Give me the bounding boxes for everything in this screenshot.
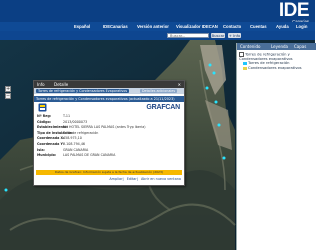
tree-item-condensadores[interactable]: Condensadores evaporativos bbox=[239, 66, 314, 71]
group-label: Torres de refrigeración y Condensadores … bbox=[239, 52, 293, 62]
popup-header: Torres de refrigeración y Condensadores … bbox=[34, 96, 184, 102]
nav-language[interactable]: Español bbox=[74, 24, 90, 30]
nav-login[interactable]: Login bbox=[296, 24, 307, 30]
tree-group[interactable]: Torres de refrigeración y Condensadores … bbox=[239, 52, 314, 61]
ide-logo[interactable]: IDE bbox=[279, 1, 310, 20]
attribute-row: Municipio: LAS PALMAS DE GRAN CANARIA bbox=[37, 153, 116, 158]
zoom-out-button[interactable]: − bbox=[5, 93, 11, 99]
search-input[interactable]: Buscar... bbox=[167, 32, 209, 38]
panel-tabs: Contenido Leyenda Capas bbox=[237, 43, 316, 50]
search-button[interactable]: Buscar bbox=[211, 32, 225, 38]
open-new-window-link[interactable]: Abrir en nueva ventana bbox=[141, 177, 181, 181]
popup-tab-info[interactable]: Info bbox=[37, 82, 45, 87]
tree-item-label: Condensadores evaporativos bbox=[248, 66, 302, 71]
cyan-square-icon bbox=[243, 61, 247, 66]
tab-contenido[interactable]: Contenido bbox=[240, 44, 260, 49]
nav-contact[interactable]: Contacto bbox=[223, 24, 241, 30]
popup-tab-detail[interactable]: Detalle bbox=[54, 82, 68, 87]
nav-idecanarias[interactable]: IDECanarias bbox=[103, 24, 128, 30]
subtab-torres[interactable]: Torres de refrigeración y Condensadores … bbox=[36, 88, 130, 94]
yellow-square-icon bbox=[243, 66, 247, 71]
tree-item-label: Torres de refrigeración bbox=[248, 61, 290, 66]
attribute-table: Nº Reg: T-11 Código: 2013/0000073 Establec… bbox=[37, 114, 181, 159]
subtab-detalles[interactable]: Detalles adicionales bbox=[140, 88, 178, 94]
popup-subtabs: Torres de refrigeración y Condensadores … bbox=[34, 88, 184, 94]
date-warning-banner: Datos de Grafcan: Información sujeta a l… bbox=[36, 170, 182, 175]
popup-tabbar: Info Detalle ✕ bbox=[34, 81, 184, 88]
search-bar bbox=[0, 31, 315, 40]
popup-actions: Ampliar| Editar| Abrir en nueva ventana bbox=[109, 177, 181, 181]
feature-info-popup: Info Detalle ✕ Torres de refrigeración y… bbox=[33, 80, 185, 186]
more-info-button[interactable]: + Info bbox=[228, 32, 241, 38]
close-icon[interactable]: ✕ bbox=[178, 82, 181, 87]
nav-previous-version[interactable]: Versión anterior bbox=[137, 24, 169, 30]
edit-link[interactable]: Editar bbox=[127, 177, 137, 181]
nav-accounts[interactable]: Cuentas bbox=[250, 24, 267, 30]
nav-viewer[interactable]: Visualizador IDECAN bbox=[176, 24, 218, 30]
nav-help[interactable]: Ayuda bbox=[276, 24, 289, 30]
zoom-to-feature-link[interactable]: Ampliar bbox=[109, 177, 122, 181]
layer-tree: Torres de refrigeración y Condensadores … bbox=[237, 50, 316, 73]
layers-panel: Contenido Leyenda Capas Torres de refrig… bbox=[236, 43, 316, 250]
zoom-controls: + − bbox=[5, 86, 11, 100]
top-navigation: Español IDECanarias Versión anterior Vis… bbox=[0, 22, 315, 31]
tab-leyenda[interactable]: Leyenda bbox=[271, 44, 288, 49]
canarias-shield-icon bbox=[38, 103, 47, 112]
grafcan-logo: GRAFCAN bbox=[146, 104, 180, 111]
zoom-in-button[interactable]: + bbox=[5, 86, 11, 92]
tab-capas[interactable]: Capas bbox=[294, 44, 306, 49]
